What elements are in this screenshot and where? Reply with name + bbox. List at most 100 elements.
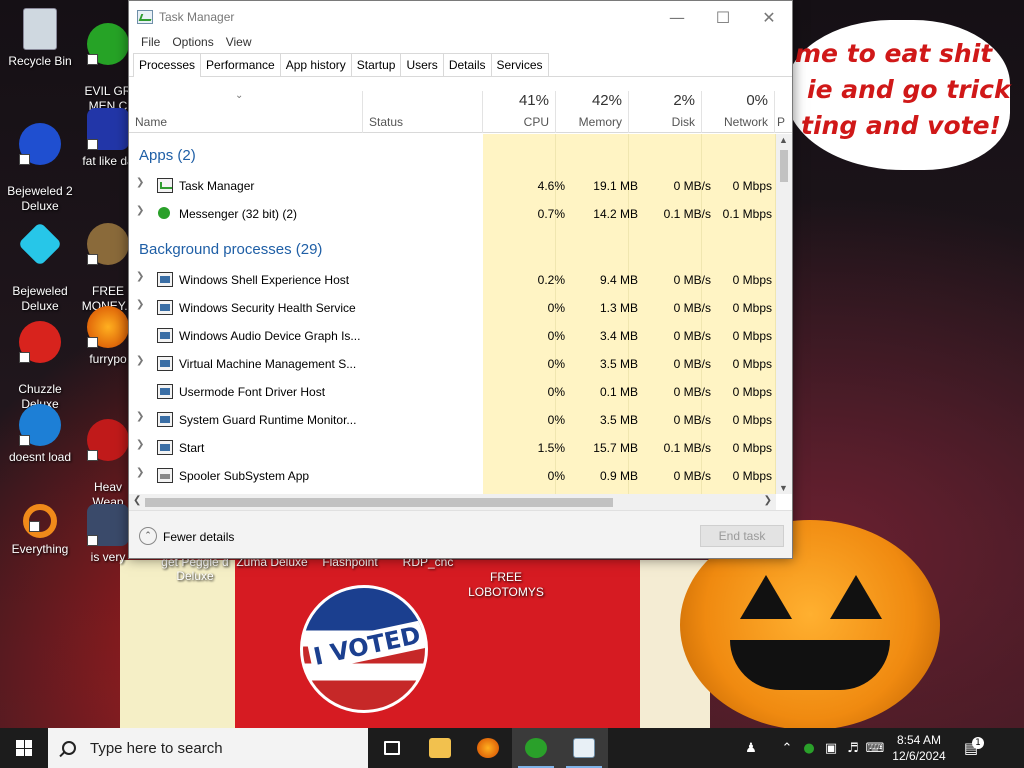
- clock[interactable]: 8:54 AM 12/6/2024: [886, 732, 952, 764]
- process-cpu: 0%: [547, 357, 565, 371]
- vertical-scrollbar[interactable]: ▲ ▼: [776, 134, 792, 494]
- process-name: Task Manager: [179, 179, 255, 193]
- column-header-cpu[interactable]: 41% CPU: [483, 91, 556, 133]
- column-header-status[interactable]: Status: [363, 91, 483, 133]
- expand-chevron-icon[interactable]: ❯: [136, 411, 144, 422]
- pumpkin-eye-left: [740, 575, 792, 619]
- desktop-icon-free-lobotomys[interactable]: FREE LOBOTOMYS: [466, 555, 546, 600]
- process-row[interactable]: ❯ Start 1.5% 15.7 MB 0.1 MB/s 0 Mbps: [129, 434, 776, 462]
- keyboard-icon[interactable]: ⌨: [864, 728, 886, 768]
- minimize-button[interactable]: —: [654, 2, 700, 32]
- search-box[interactable]: Type here to search: [48, 728, 368, 768]
- taskbar-messenger[interactable]: [512, 728, 560, 768]
- maximize-button[interactable]: ☐: [700, 2, 746, 32]
- process-row[interactable]: ❯ Task Manager 4.6% 19.1 MB 0 MB/s 0 Mbp…: [129, 172, 776, 200]
- desktop-icon-chuzzle[interactable]: Chuzzle Deluxe: [0, 306, 80, 412]
- expand-chevron-icon[interactable]: ❯: [136, 177, 144, 188]
- task-view-button[interactable]: [368, 728, 416, 768]
- process-memory: 0.9 MB: [599, 469, 638, 483]
- menu-options[interactable]: Options: [166, 33, 219, 51]
- process-name: Spooler SubSystem App: [179, 469, 310, 483]
- footer-bar: ⌃ Fewer details End task: [129, 510, 792, 558]
- tab-details[interactable]: Details: [442, 53, 492, 76]
- menu-file[interactable]: File: [135, 33, 166, 51]
- process-row[interactable]: ❯ Messenger (32 bit) (2) 0.7% 14.2 MB 0.…: [129, 200, 776, 228]
- process-cpu: 0%: [547, 385, 565, 399]
- process-disk: 0 MB/s: [673, 469, 711, 483]
- process-row[interactable]: ❯ Spooler SubSystem App 0% 0.9 MB 0 MB/s…: [129, 462, 776, 490]
- desktop-icon-bejeweled[interactable]: Bejeweled Deluxe: [0, 208, 80, 314]
- desktop-icon-label: get Peggle d Deluxe: [161, 555, 229, 583]
- process-row[interactable]: ❯ Windows Shell Experience Host 0.2% 9.4…: [129, 266, 776, 294]
- end-task-button[interactable]: End task: [700, 525, 784, 547]
- close-button[interactable]: ✕: [746, 2, 792, 32]
- expand-chevron-icon[interactable]: ❯: [136, 299, 144, 310]
- process-row[interactable]: ❯ System Guard Runtime Monitor... 0% 3.5…: [129, 406, 776, 434]
- chevron-up-icon[interactable]: ⌃: [139, 527, 157, 545]
- process-name: Windows Audio Device Graph Is...: [179, 329, 361, 343]
- messenger-tray-icon[interactable]: ●: [798, 728, 820, 768]
- column-header-power[interactable]: P: [775, 91, 792, 133]
- column-header-network[interactable]: 0% Network: [702, 91, 775, 133]
- column-header-name[interactable]: ⌄ Name: [129, 90, 363, 133]
- taskbar-firefox[interactable]: [464, 728, 512, 768]
- menu-view[interactable]: View: [220, 33, 258, 51]
- tab-performance[interactable]: Performance: [200, 53, 281, 76]
- group-header-background[interactable]: Background processes (29): [139, 241, 322, 258]
- tab-startup[interactable]: Startup: [350, 53, 402, 76]
- process-cpu: 0.7%: [537, 207, 565, 221]
- scroll-up-icon[interactable]: ▲: [779, 135, 788, 145]
- people-icon[interactable]: ♟: [740, 728, 762, 768]
- title-bar[interactable]: Task Manager — ☐ ✕: [129, 1, 792, 33]
- desktop-icon-recycle-bin[interactable]: Recycle Bin: [0, 8, 80, 69]
- group-header-apps[interactable]: Apps (2): [139, 147, 196, 164]
- column-header-disk[interactable]: 2% Disk: [629, 91, 702, 133]
- taskbar-file-explorer[interactable]: [416, 728, 464, 768]
- process-network: 0.1 Mbps: [722, 207, 772, 221]
- tab-users[interactable]: Users: [400, 53, 444, 76]
- network-total: 0%: [746, 92, 768, 109]
- fewer-details-link[interactable]: Fewer details: [163, 530, 234, 544]
- task-manager-icon: [137, 10, 153, 24]
- desktop-icon-everything[interactable]: Everything: [0, 504, 80, 557]
- folder-icon: [429, 738, 451, 758]
- expand-chevron-icon[interactable]: ❯: [136, 439, 144, 450]
- system-tray: ♟ ⌃ ● ▣ ♬ ⌨ 8:54 AM 12/6/2024 ▤ 1: [740, 728, 990, 768]
- process-list: Apps (2) ❯ Task Manager 4.6% 19.1 MB 0 M…: [129, 134, 776, 494]
- action-center-button[interactable]: ▤ 1: [952, 737, 990, 757]
- scroll-right-icon[interactable]: ❯: [764, 495, 772, 506]
- desktop-icon-bejeweled-2[interactable]: Bejeweled 2 Deluxe: [0, 108, 80, 214]
- scroll-down-icon[interactable]: ▼: [779, 483, 788, 493]
- volume-icon[interactable]: ♬: [842, 728, 864, 768]
- process-memory: 9.4 MB: [599, 273, 638, 287]
- vertical-scroll-thumb[interactable]: [780, 150, 788, 182]
- column-label: Memory: [578, 115, 622, 129]
- expand-chevron-icon[interactable]: ❯: [136, 205, 144, 216]
- tab-services[interactable]: Services: [490, 53, 549, 76]
- tab-app-history[interactable]: App history: [279, 53, 352, 76]
- process-name: System Guard Runtime Monitor...: [179, 413, 357, 427]
- start-button[interactable]: [0, 728, 48, 768]
- process-row[interactable]: ❯ Windows Security Health Service 0% 1.3…: [129, 294, 776, 322]
- desktop-icon-peggle[interactable]: get Peggle d Deluxe: [150, 555, 240, 583]
- scroll-left-icon[interactable]: ❮: [133, 495, 141, 506]
- expand-chevron-icon[interactable]: ❯: [136, 271, 144, 282]
- chevron-up-icon[interactable]: ⌃: [776, 728, 798, 768]
- network-icon[interactable]: ▣: [820, 728, 842, 768]
- column-label: P: [777, 115, 786, 129]
- process-row[interactable]: ❯ Virtual Machine Management S... 0% 3.5…: [129, 350, 776, 378]
- window-controls: — ☐ ✕: [654, 2, 792, 32]
- desktop-icon-doesnt-load[interactable]: doesnt load: [0, 404, 80, 465]
- process-cpu: 0%: [547, 469, 565, 483]
- column-header-memory[interactable]: 42% Memory: [556, 91, 629, 133]
- task-manager-window: Task Manager — ☐ ✕ File Options View Pro…: [128, 0, 793, 559]
- tab-processes[interactable]: Processes: [133, 53, 202, 77]
- process-row[interactable]: Usermode Font Driver Host 0% 0.1 MB 0 MB…: [129, 378, 776, 406]
- expand-chevron-icon[interactable]: ❯: [136, 467, 144, 478]
- expand-chevron-icon[interactable]: ❯: [136, 355, 144, 366]
- taskbar-task-manager[interactable]: [560, 728, 608, 768]
- process-row[interactable]: Windows Audio Device Graph Is... 0% 3.4 …: [129, 322, 776, 350]
- horizontal-scroll-thumb[interactable]: [145, 498, 613, 507]
- process-memory: 3.4 MB: [599, 329, 638, 343]
- horizontal-scrollbar[interactable]: ❮ ❯: [129, 494, 776, 510]
